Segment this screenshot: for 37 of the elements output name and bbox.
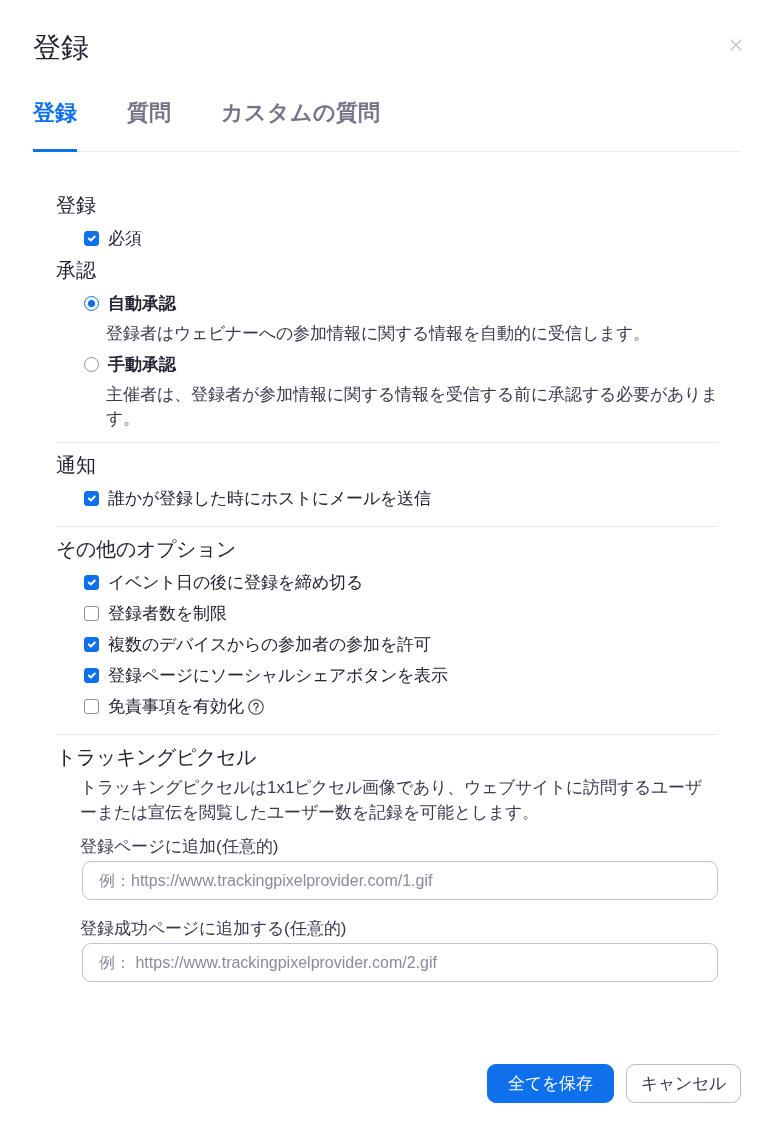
- option-label[interactable]: 免責事項を有効化: [108, 694, 244, 719]
- checkbox[interactable]: [84, 668, 99, 683]
- checkbox[interactable]: [84, 491, 99, 506]
- tab[interactable]: カスタムの質問: [221, 68, 380, 152]
- option-label[interactable]: イベント日の後に登録を締め切る: [108, 570, 363, 595]
- option-description: 登録者はウェビナーへの参加情報に関する情報を自動的に受信します。: [105, 323, 651, 344]
- section-heading: 登録: [56, 193, 97, 218]
- section-heading: 通知: [56, 453, 97, 478]
- checkbox[interactable]: [84, 606, 99, 621]
- field-label: 登録成功ページに追加する(任意的): [80, 918, 348, 940]
- checkbox[interactable]: [84, 637, 99, 652]
- option-label[interactable]: 必須: [108, 226, 142, 251]
- field-label: 登録ページに追加(任意的): [80, 836, 280, 858]
- help-icon[interactable]: [248, 698, 264, 715]
- radio-button[interactable]: [84, 296, 99, 311]
- checkbox[interactable]: [84, 575, 99, 590]
- option-label[interactable]: 誰かが登録した時にホストにメールを送信: [108, 486, 431, 511]
- section-heading: トラッキングピクセル: [56, 745, 257, 770]
- option-label[interactable]: 自動承認: [108, 291, 176, 316]
- cancel-button[interactable]: キャンセル: [626, 1064, 741, 1103]
- radio-button[interactable]: [84, 357, 99, 372]
- section-heading: その他のオプション: [56, 537, 237, 562]
- url-input-field[interactable]: 例： https://www.trackingpixelprovider.com/2.gif: [82, 943, 718, 982]
- section-description: トラッキングピクセルは1x1ピクセル画像であり、ウェブサイトに訪問するユーザーまたは宣伝を閲覧したユーザー数を記録を可能とします。: [79, 777, 704, 824]
- save-button[interactable]: 全てを保存: [487, 1064, 614, 1103]
- tab[interactable]: 登録: [33, 68, 77, 152]
- url-input-field[interactable]: 例：https://www.trackingpixelprovider.com/1.gif: [82, 861, 718, 900]
- dialog-title: 登録: [33, 31, 89, 65]
- option-label[interactable]: 手動承認: [108, 352, 176, 377]
- checkbox[interactable]: [84, 699, 99, 714]
- option-description: 主催者は、登録者が参加情報に関する情報を受信する前に承認する必要があります。: [105, 384, 718, 429]
- option-label[interactable]: 登録ページにソーシャルシェアボタンを表示: [108, 663, 448, 688]
- section-heading: 承認: [56, 258, 97, 283]
- tab[interactable]: 質問: [127, 68, 171, 152]
- checkbox[interactable]: [84, 231, 99, 246]
- option-label[interactable]: 複数のデバイスからの参加者の参加を許可: [108, 632, 431, 657]
- option-label[interactable]: 登録者数を制限: [108, 601, 227, 626]
